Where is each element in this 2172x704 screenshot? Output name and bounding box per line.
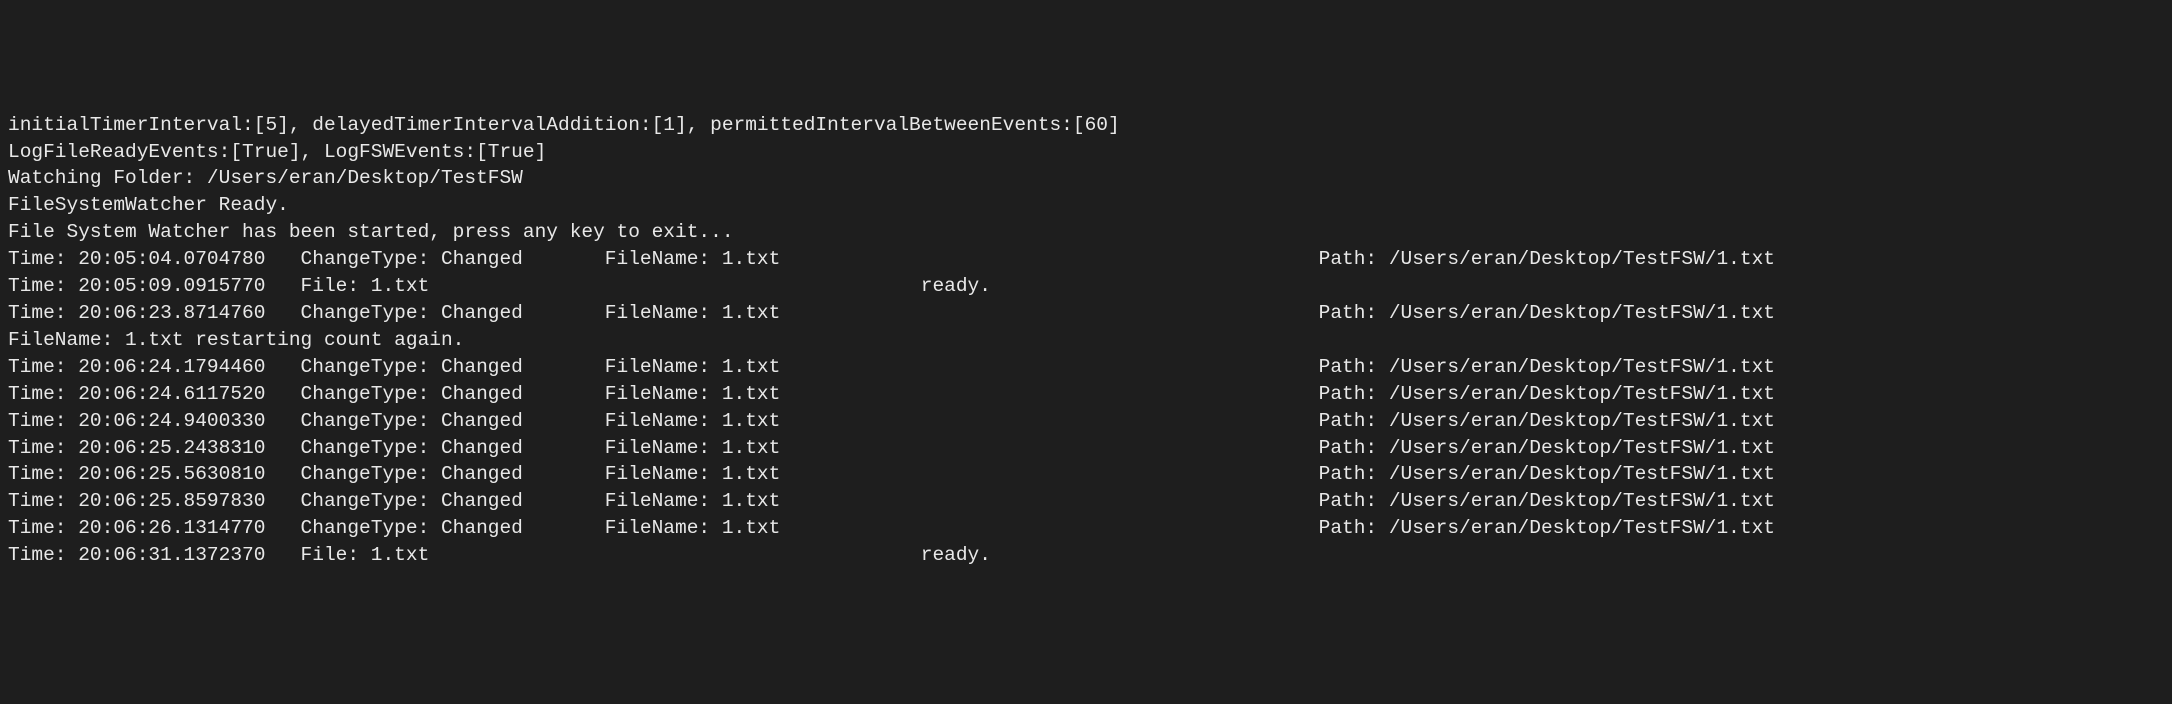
event-line: Time: 20:06:25.5630810 ChangeType: Chang… (8, 461, 2164, 488)
event-line: Time: 20:06:23.8714760 ChangeType: Chang… (8, 300, 2164, 327)
event-line: FileName: 1.txt restarting count again. (8, 327, 2164, 354)
event-line: Time: 20:06:24.1794460 ChangeType: Chang… (8, 354, 2164, 381)
event-line: Time: 20:06:24.9400330 ChangeType: Chang… (8, 408, 2164, 435)
event-line: Time: 20:05:04.0704780 ChangeType: Chang… (8, 246, 2164, 273)
event-line: Time: 20:06:25.8597830 ChangeType: Chang… (8, 488, 2164, 515)
log-config-line: LogFileReadyEvents:[True], LogFSWEvents:… (8, 139, 2164, 166)
event-line: Time: 20:06:25.2438310 ChangeType: Chang… (8, 435, 2164, 462)
config-line: initialTimerInterval:[5], delayedTimerIn… (8, 112, 2164, 139)
watching-folder-line: Watching Folder: /Users/eran/Desktop/Tes… (8, 165, 2164, 192)
event-line: Time: 20:06:24.6117520 ChangeType: Chang… (8, 381, 2164, 408)
watcher-ready-line: FileSystemWatcher Ready. (8, 192, 2164, 219)
event-line: Time: 20:06:31.1372370 File: 1.txt ready… (8, 542, 2164, 569)
event-line: Time: 20:05:09.0915770 File: 1.txt ready… (8, 273, 2164, 300)
terminal-output: initialTimerInterval:[5], delayedTimerIn… (8, 112, 2164, 569)
event-line: Time: 20:06:26.1314770 ChangeType: Chang… (8, 515, 2164, 542)
watcher-started-line: File System Watcher has been started, pr… (8, 219, 2164, 246)
